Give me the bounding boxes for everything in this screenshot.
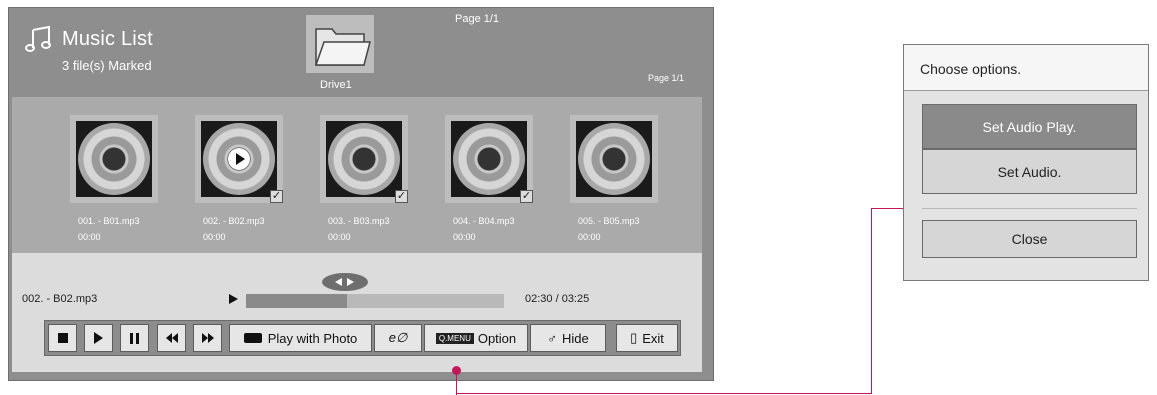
folder-icon — [314, 28, 371, 66]
hide-icon: ♂ — [547, 330, 557, 346]
file-name: 004. - B04.mp3 — [453, 216, 515, 226]
file-name: 005. - B05.mp3 — [578, 216, 640, 226]
file-item[interactable]: ✓ — [320, 115, 408, 203]
album-art — [201, 121, 277, 197]
page-title: Music List — [62, 28, 153, 50]
fast-forward-button[interactable] — [193, 324, 222, 352]
rewind-icon — [165, 331, 178, 346]
play-icon — [94, 332, 103, 344]
hide-button[interactable]: ♂ Hide — [530, 324, 606, 352]
play-status-icon — [229, 294, 238, 304]
options-dialog-title: Choose options. — [920, 61, 1022, 77]
marked-count: 3 file(s) Marked — [62, 58, 152, 73]
callout-line — [456, 375, 457, 395]
now-playing-file: 002. - B02.mp3 — [22, 293, 98, 305]
callout-line — [456, 393, 872, 394]
file-item[interactable]: ✓ — [195, 115, 283, 203]
callout-line — [871, 208, 872, 394]
drive-folder-button[interactable] — [306, 15, 374, 73]
exit-label: Exit — [642, 330, 664, 346]
file-item[interactable] — [70, 115, 158, 203]
album-art — [451, 121, 527, 197]
file-name: 001. - B01.mp3 — [78, 216, 140, 226]
rewind-button[interactable] — [157, 324, 186, 352]
checkbox-marked-icon[interactable]: ✓ — [520, 190, 533, 203]
photo-icon — [243, 333, 262, 343]
playing-icon — [228, 148, 250, 170]
close-button[interactable]: Close — [922, 220, 1137, 258]
callout-line — [871, 208, 903, 209]
option-button[interactable]: Q.MENU Option — [424, 324, 528, 352]
stop-button[interactable] — [48, 324, 77, 352]
page-indicator: Page 1/1 — [648, 73, 685, 83]
set-audio-play-option[interactable]: Set Audio Play. — [922, 104, 1137, 149]
pause-icon — [130, 332, 139, 344]
music-note-icon — [25, 25, 51, 52]
pause-button[interactable] — [120, 324, 149, 352]
cd-icon — [453, 123, 525, 195]
drive-label: Drive1 — [320, 79, 352, 91]
set-audio-option[interactable]: Set Audio. — [922, 149, 1137, 194]
cd-icon — [78, 123, 150, 195]
play-with-photo-button[interactable]: Play with Photo — [229, 324, 372, 352]
energy-saving-icon: e∅ — [388, 330, 408, 345]
file-grid: 001. - B01.mp3 00:00 ✓ 002. - B02.mp3 00… — [12, 97, 702, 253]
file-item[interactable]: ✓ — [445, 115, 533, 203]
progress-fill — [246, 294, 347, 308]
callout-line — [456, 372, 457, 373]
qmenu-key-icon: Q.MENU — [435, 332, 474, 344]
file-item[interactable] — [570, 115, 658, 203]
checkbox-marked-icon[interactable]: ✓ — [270, 190, 283, 203]
stop-icon — [57, 333, 68, 343]
energy-saving-button[interactable]: e∅ — [374, 324, 422, 352]
time-readout: 02:30 / 03:25 — [525, 293, 590, 305]
page-indicator-top: Page 1/1 — [455, 13, 500, 25]
checkbox-marked-icon[interactable]: ✓ — [395, 190, 408, 203]
file-duration: 00:00 — [453, 232, 476, 242]
file-name: 003. - B03.mp3 — [328, 216, 390, 226]
seek-handle-icon[interactable] — [322, 273, 368, 291]
file-duration: 00:00 — [328, 232, 351, 242]
album-art — [326, 121, 402, 197]
divider — [922, 208, 1137, 209]
fast-forward-icon — [201, 331, 214, 346]
play-with-photo-label: Play with Photo — [267, 330, 358, 346]
progress-bar[interactable] — [246, 294, 504, 308]
option-label: Option — [477, 330, 517, 346]
cd-icon — [328, 123, 400, 195]
exit-icon: ▯ — [630, 330, 638, 345]
hide-label: Hide — [562, 330, 589, 346]
album-art — [76, 121, 152, 197]
exit-button[interactable]: ▯ Exit — [616, 324, 678, 352]
album-art — [576, 121, 652, 197]
file-duration: 00:00 — [78, 232, 101, 242]
file-duration: 00:00 — [203, 232, 226, 242]
play-button[interactable] — [84, 324, 113, 352]
file-duration: 00:00 — [578, 232, 601, 242]
cd-icon — [578, 123, 650, 195]
file-name: 002. - B02.mp3 — [203, 216, 265, 226]
